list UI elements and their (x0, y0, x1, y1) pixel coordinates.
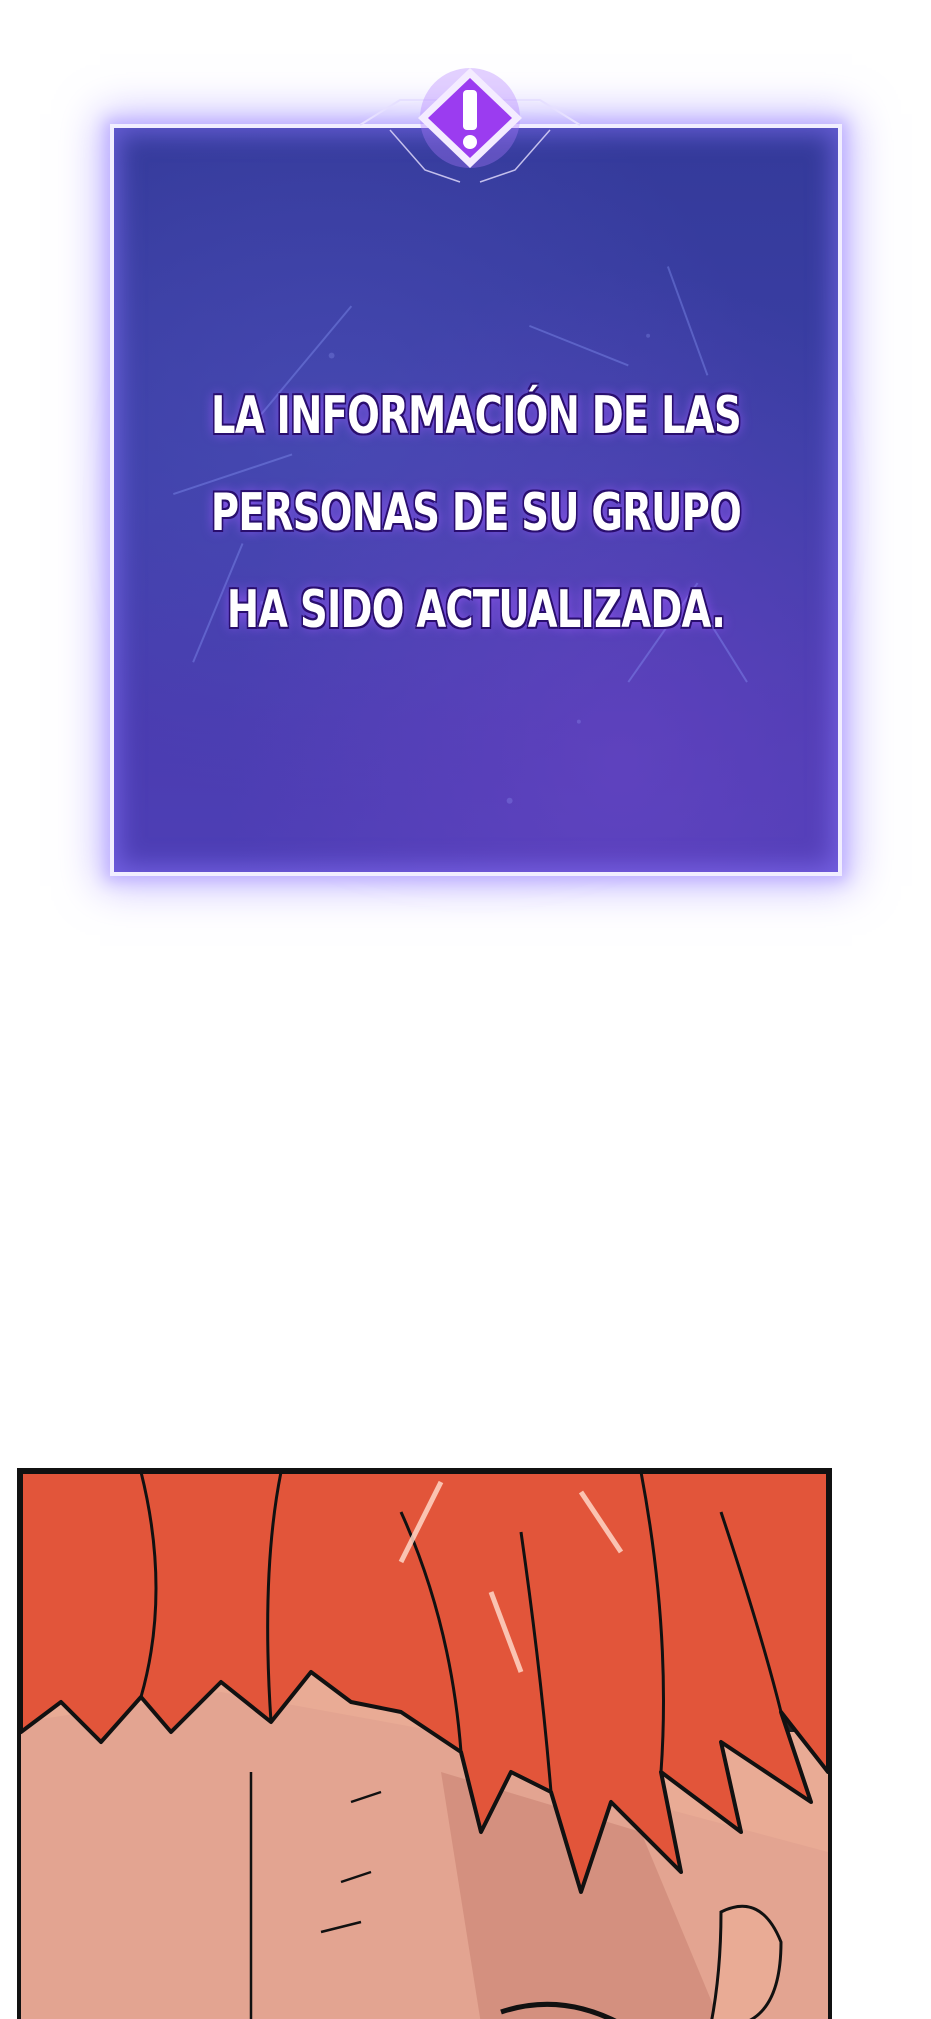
system-message-line-1: LA INFORMACIÓN DE LAS (211, 386, 742, 446)
system-message-line-2: PERSONAS DE SU GRUPO (210, 483, 742, 543)
system-message: LA INFORMACIÓN DE LAS PERSONAS DE SU GRU… (208, 368, 744, 659)
system-message-line-3: HA SIDO ACTUALIZADA. (226, 580, 726, 640)
red-haired-character-illustration (21, 1472, 828, 2019)
manga-panel (17, 1468, 832, 2019)
exclamation-diamond-icon (359, 68, 581, 183)
system-notification-window: LA INFORMACIÓN DE LAS PERSONAS DE SU GRU… (110, 124, 842, 876)
